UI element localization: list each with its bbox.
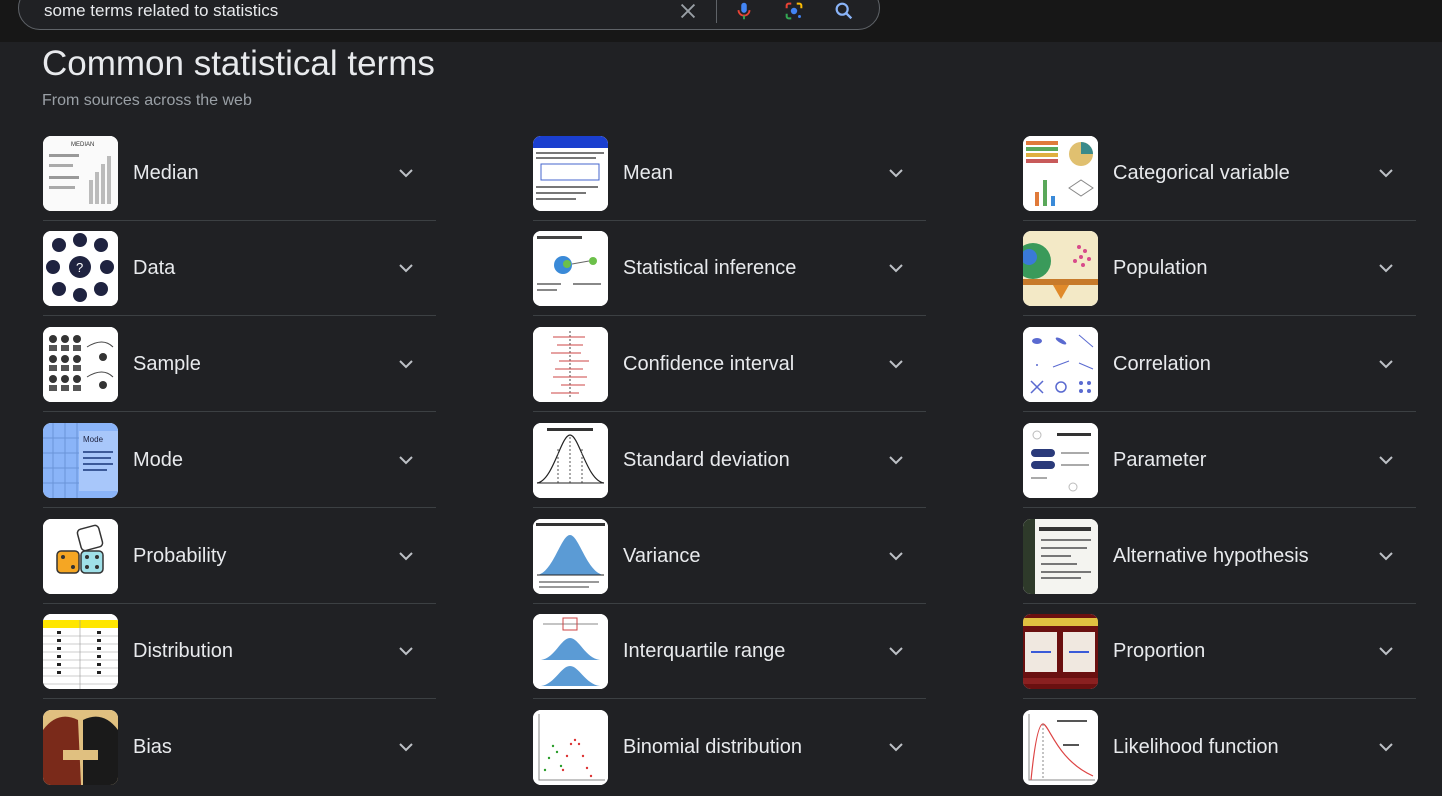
term-label: Standard deviation — [623, 449, 790, 471]
term-label: Likelihood function — [1113, 736, 1279, 758]
chevron-down-icon[interactable] — [1377, 642, 1395, 660]
term-item[interactable]: Population — [1023, 221, 1416, 316]
bias-thumbnail — [43, 710, 118, 785]
sample-thumbnail — [43, 327, 118, 402]
chevron-down-icon[interactable] — [397, 451, 415, 469]
parameter-thumbnail — [1023, 423, 1098, 498]
term-item[interactable]: Standard deviation — [533, 413, 926, 508]
term-item[interactable]: Variance — [533, 509, 926, 604]
term-label: Correlation — [1113, 353, 1211, 375]
term-label: Parameter — [1113, 449, 1207, 471]
search-box[interactable]: some terms related to statistics — [18, 0, 880, 30]
mean-thumbnail — [533, 136, 608, 211]
term-item[interactable]: Sample — [43, 317, 436, 412]
likelihood-function-thumbnail — [1023, 710, 1098, 785]
search-divider — [716, 0, 717, 23]
distribution-thumbnail — [43, 614, 118, 689]
confidence-interval-thumbnail — [533, 327, 608, 402]
term-label: Data — [133, 257, 176, 279]
chevron-down-icon[interactable] — [887, 738, 905, 756]
proportion-thumbnail — [1023, 614, 1098, 689]
chevron-down-icon[interactable] — [397, 164, 415, 182]
term-item[interactable]: Alternative hypothesis — [1023, 509, 1416, 604]
term-item[interactable]: Proportion — [1023, 604, 1416, 699]
term-item[interactable]: Binomial distribution — [533, 700, 926, 795]
svg-text:Mode: Mode — [83, 435, 104, 444]
term-label: Alternative hypothesis — [1113, 545, 1309, 567]
median-thumbnail: MEDIAN — [43, 136, 118, 211]
term-item[interactable]: Parameter — [1023, 413, 1416, 508]
term-label: Median — [133, 162, 199, 184]
term-label: Proportion — [1113, 640, 1206, 662]
term-label: Interquartile range — [623, 640, 786, 662]
chevron-down-icon[interactable] — [397, 738, 415, 756]
term-label: Statistical inference — [623, 257, 797, 279]
term-item[interactable]: ? Data — [43, 221, 436, 316]
chevron-down-icon[interactable] — [1377, 164, 1395, 182]
term-label: Binomial distribution — [623, 736, 802, 758]
chevron-down-icon[interactable] — [1377, 738, 1395, 756]
page-subtitle: From sources across the web — [42, 92, 252, 109]
term-item[interactable]: MEDIAN Median — [43, 126, 436, 221]
term-item[interactable]: Bias — [43, 700, 436, 795]
svg-text:?: ? — [76, 260, 83, 275]
svg-text:MEDIAN: MEDIAN — [71, 142, 94, 148]
chevron-down-icon[interactable] — [887, 547, 905, 565]
chevron-down-icon[interactable] — [887, 355, 905, 373]
categorical-variable-thumbnail — [1023, 136, 1098, 211]
term-label: Confidence interval — [623, 353, 795, 375]
chevron-down-icon[interactable] — [887, 164, 905, 182]
search-input[interactable]: some terms related to statistics — [44, 1, 278, 21]
probability-thumbnail — [43, 519, 118, 594]
term-label: Mean — [623, 162, 674, 184]
chevron-down-icon[interactable] — [1377, 451, 1395, 469]
standard-deviation-thumbnail — [533, 423, 608, 498]
chevron-down-icon[interactable] — [887, 259, 905, 277]
chevron-down-icon[interactable] — [397, 355, 415, 373]
binomial-distribution-thumbnail — [533, 710, 608, 785]
term-item[interactable]: Mode Mode — [43, 413, 436, 508]
population-thumbnail — [1023, 231, 1098, 306]
term-label: Bias — [133, 736, 172, 758]
term-label: Distribution — [133, 640, 234, 662]
clear-icon[interactable] — [677, 0, 699, 22]
term-item[interactable]: Likelihood function — [1023, 700, 1416, 795]
chevron-down-icon[interactable] — [887, 642, 905, 660]
alternative-hypothesis-thumbnail — [1023, 519, 1098, 594]
term-item[interactable]: Statistical inference — [533, 221, 926, 316]
lens-icon[interactable] — [783, 0, 805, 22]
chevron-down-icon[interactable] — [887, 451, 905, 469]
term-label: Probability — [133, 545, 227, 567]
term-item[interactable]: Correlation — [1023, 317, 1416, 412]
term-label: Population — [1113, 257, 1208, 279]
data-thumbnail: ? — [43, 231, 118, 306]
mic-icon[interactable] — [733, 0, 755, 22]
chevron-down-icon[interactable] — [1377, 547, 1395, 565]
term-label: Sample — [133, 353, 201, 375]
chevron-down-icon[interactable] — [397, 547, 415, 565]
term-item[interactable]: Confidence interval — [533, 317, 926, 412]
term-item[interactable]: Distribution — [43, 604, 436, 699]
top-bar: some terms related to statistics — [0, 0, 1442, 42]
mode-thumbnail: Mode — [43, 423, 118, 498]
correlation-thumbnail — [1023, 327, 1098, 402]
term-label: Mode — [133, 449, 184, 471]
interquartile-range-thumbnail — [533, 614, 608, 689]
term-item[interactable]: Categorical variable — [1023, 126, 1416, 221]
term-label: Categorical variable — [1113, 162, 1290, 184]
variance-thumbnail — [533, 519, 608, 594]
page-title: Common statistical terms — [42, 44, 435, 83]
term-item[interactable]: Probability — [43, 509, 436, 604]
search-icon[interactable] — [833, 0, 855, 22]
chevron-down-icon[interactable] — [1377, 355, 1395, 373]
term-item[interactable]: Mean — [533, 126, 926, 221]
term-label: Variance — [623, 545, 701, 567]
statistical-inference-thumbnail — [533, 231, 608, 306]
chevron-down-icon[interactable] — [1377, 259, 1395, 277]
chevron-down-icon[interactable] — [397, 642, 415, 660]
chevron-down-icon[interactable] — [397, 259, 415, 277]
term-item[interactable]: Interquartile range — [533, 604, 926, 699]
